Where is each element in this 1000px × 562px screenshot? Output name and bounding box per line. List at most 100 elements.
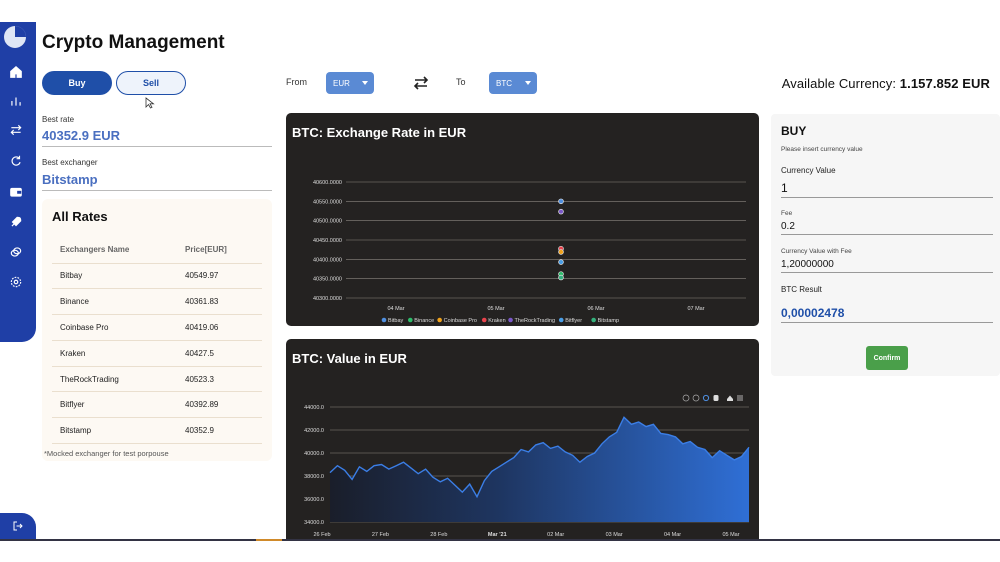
- available-currency: Available Currency: 1.157.852 EUR: [782, 76, 990, 91]
- legend-marker: [481, 317, 487, 323]
- x-tick-label: 03 Mar: [606, 532, 623, 538]
- x-tick-label: 05 Mar: [722, 532, 739, 538]
- legend-label: Bitflyer: [565, 318, 582, 324]
- btc-result-value: 0,00002478: [781, 306, 993, 323]
- exchanger-name: Bitstamp: [52, 417, 177, 445]
- buy-panel-title: BUY: [781, 124, 807, 138]
- coins-icon[interactable]: [6, 242, 26, 262]
- exchanger-name: Coinbase Pro: [52, 314, 177, 341]
- x-tick-label: 06 Mar: [587, 306, 604, 312]
- home-icon[interactable]: [6, 62, 26, 82]
- x-tick-label: 04 Mar: [387, 306, 404, 312]
- swap-icon[interactable]: [6, 120, 26, 140]
- currency-value-with-fee-label: Currency Value with Fee: [781, 248, 852, 255]
- y-tick-label: 40400.0000: [313, 257, 342, 263]
- buy-button[interactable]: Buy: [42, 71, 112, 95]
- swap-arrows-icon: [413, 76, 429, 90]
- legend-marker: [558, 317, 564, 323]
- y-tick-label: 40300.0000: [313, 296, 342, 302]
- y-tick-label: 40550.0000: [313, 199, 342, 205]
- x-tick-label: Mar '21: [488, 532, 507, 538]
- bar-chart-icon[interactable]: [6, 91, 26, 111]
- all-rates-card: All Rates Exchangers Name Price[EUR] Bit…: [42, 199, 272, 461]
- rates-footnote: *Mocked exchanger for test porpouse: [44, 449, 169, 458]
- btc-value-chart: BTC: Value in EUR 34000.0 36000.0 38000.0 4…: [286, 339, 759, 539]
- home-reset-icon: [727, 395, 733, 401]
- legend-label: Kraken: [488, 318, 505, 324]
- gear-icon[interactable]: [6, 272, 26, 292]
- btc-result-label: BTC Result: [781, 285, 822, 294]
- legend-label: Binance: [414, 318, 434, 324]
- all-rates-title: All Rates: [52, 209, 108, 224]
- column-header-exchanger: Exchangers Name: [52, 237, 177, 264]
- table-row: Coinbase Pro 40419.06: [52, 314, 262, 341]
- from-currency-value: EUR: [333, 78, 350, 88]
- rocket-icon[interactable]: [6, 212, 26, 232]
- table-row: Bitflyer 40392.89: [52, 391, 262, 419]
- exchanger-name: Bitflyer: [52, 391, 177, 419]
- best-exchanger-value: Bitstamp: [42, 172, 272, 191]
- table-row: Binance 40361.83: [52, 288, 262, 316]
- column-header-price: Price[EUR]: [177, 237, 262, 264]
- confirm-button[interactable]: Confirm: [866, 346, 908, 370]
- currency-value-input[interactable]: 1: [781, 181, 993, 198]
- from-currency-select[interactable]: EUR: [326, 72, 374, 94]
- exchanger-price: 40549.97: [177, 263, 262, 290]
- currency-value-label: Currency Value: [781, 166, 836, 175]
- pan-hand-icon: [713, 395, 719, 401]
- taskbar-strip: [0, 539, 1000, 541]
- exchanger-price: 40352.9: [177, 417, 262, 445]
- exchanger-price: 40427.5: [177, 340, 262, 367]
- wallet-icon[interactable]: [6, 182, 26, 202]
- x-tick-label: 27 Feb: [372, 532, 389, 538]
- legend-marker: [408, 317, 413, 323]
- exchanger-name: Kraken: [52, 340, 177, 367]
- area-fill: [330, 417, 749, 522]
- y-tick-label: 38000.0: [304, 474, 324, 480]
- x-tick-label: 02 Mar: [547, 532, 564, 538]
- table-header-row: Exchangers Name Price[EUR]: [52, 237, 262, 264]
- menu-icon: [737, 395, 743, 401]
- swap-currencies-button[interactable]: [413, 75, 429, 91]
- y-tick-label: 40000.0: [304, 451, 324, 457]
- y-tick-label: 42000.0: [304, 428, 324, 434]
- btc-value-plot: 34000.0 36000.0 38000.0 40000.0 42000.0 44000…: [304, 394, 750, 538]
- exchanger-price: 40361.83: [177, 288, 262, 316]
- page-title: Crypto Management: [42, 32, 225, 53]
- legend-label: Bitbay: [388, 318, 404, 324]
- available-currency-value: 1.157.852 EUR: [899, 76, 990, 91]
- table-row: Bitstamp 40352.9: [52, 417, 262, 445]
- logout-icon: [13, 521, 23, 531]
- buy-panel: BUY Please insert currency value Currenc…: [771, 114, 1000, 376]
- exchanger-name: Binance: [52, 288, 177, 316]
- fee-input[interactable]: 0.2: [781, 221, 993, 235]
- table-row: Bitbay 40549.97: [52, 263, 262, 290]
- sell-button[interactable]: Sell: [116, 71, 186, 95]
- best-exchanger-label: Best exchanger: [42, 158, 98, 167]
- magnifier-icon: [702, 394, 710, 402]
- y-tick-label: 40450.0000: [313, 238, 342, 244]
- zoom-out-icon: [692, 394, 700, 402]
- table-row: TheRockTrading 40523.3: [52, 366, 262, 393]
- buy-panel-hint: Please insert currency value: [781, 146, 863, 153]
- logout-button[interactable]: [0, 513, 36, 539]
- mouse-cursor-icon: [145, 97, 155, 109]
- exchanger-name: TheRockTrading: [52, 366, 177, 393]
- legend-label: Bitstamp: [598, 318, 619, 324]
- legend-marker: [381, 317, 387, 323]
- chevron-down-icon: [362, 81, 368, 85]
- exchange-icon[interactable]: [0, 145, 36, 177]
- available-currency-label: Available Currency:: [781, 76, 897, 91]
- x-tick-label: 26 Feb: [313, 532, 330, 538]
- exchange-rate-plot: 40300.0000 40350.0000 40400.0000 40450.0000…: [313, 180, 746, 324]
- y-tick-label: 36000.0: [304, 497, 324, 503]
- chevron-down-icon: [525, 81, 531, 85]
- to-currency-value: BTC: [496, 78, 512, 88]
- exchanger-price: 40419.06: [177, 314, 262, 341]
- to-currency-select[interactable]: BTC: [489, 72, 537, 94]
- to-label: To: [456, 77, 466, 87]
- data-point: [558, 259, 564, 265]
- taskbar-progress-segment: [256, 539, 282, 541]
- rates-table: Exchangers Name Price[EUR] Bitbay 40549.9…: [52, 237, 262, 445]
- y-tick-label: 40600.0000: [313, 180, 342, 186]
